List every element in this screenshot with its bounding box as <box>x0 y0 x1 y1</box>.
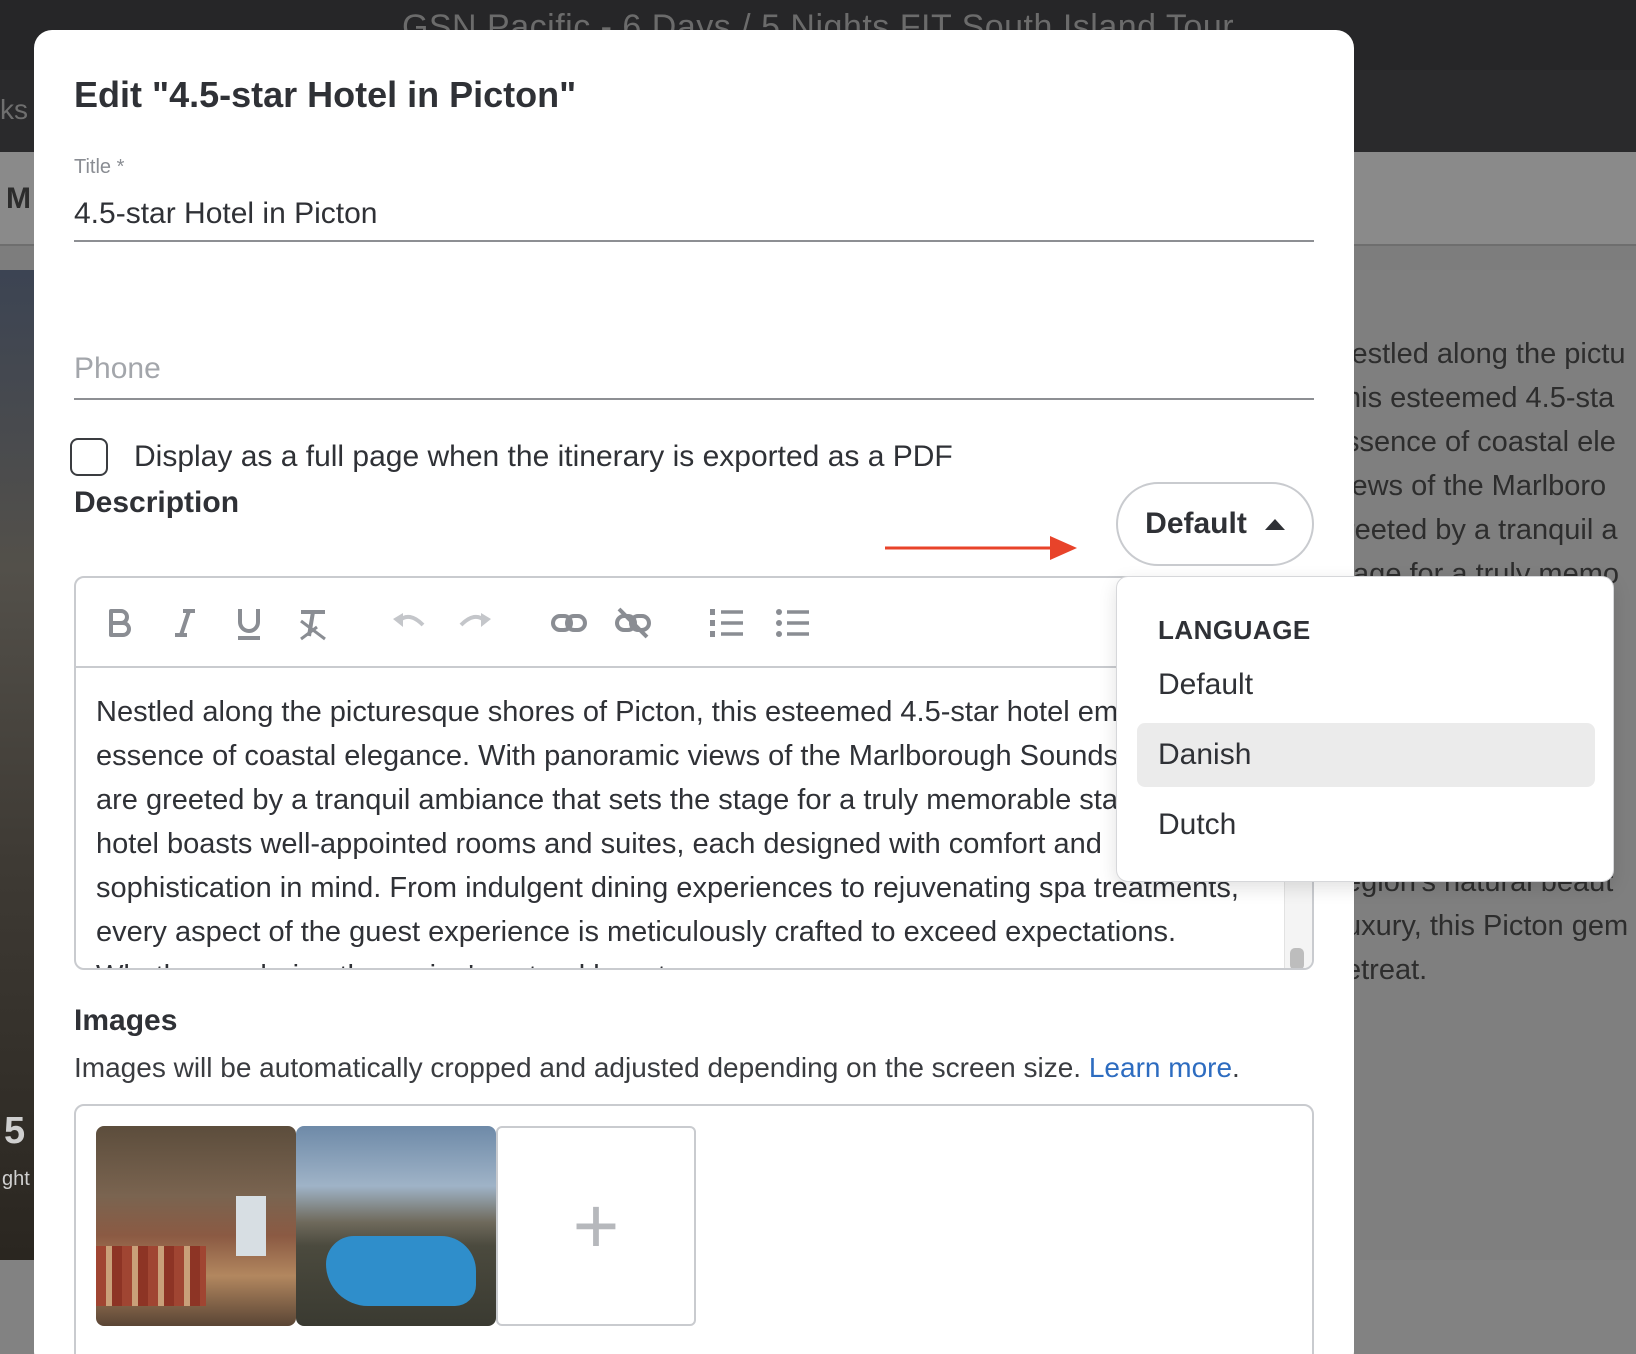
background-text-line: uxury, this Picton gem <box>1345 910 1629 942</box>
image-thumbnail-room[interactable] <box>96 1126 296 1326</box>
editor-scrollbar-thumb[interactable] <box>1290 948 1304 968</box>
images-help-label: Images will be automatically cropped and… <box>74 1052 1082 1083</box>
background-text-line: etreat. <box>1345 954 1428 986</box>
title-field-label: Title * <box>74 156 125 178</box>
undo-icon[interactable] <box>386 600 432 646</box>
unlink-icon[interactable] <box>610 600 656 646</box>
images-gallery: + <box>74 1104 1314 1354</box>
background-text-line: iews of the Marlboro <box>1345 470 1607 502</box>
image-thumbnail-pool[interactable] <box>296 1126 496 1326</box>
language-select-button[interactable]: Default <box>1116 482 1314 566</box>
language-select-value: Default <box>1145 507 1247 540</box>
full-page-checkbox[interactable] <box>70 438 108 476</box>
nav-tab-fragment[interactable]: ks <box>0 94 28 126</box>
bold-icon[interactable] <box>96 600 142 646</box>
plus-icon: + <box>572 1181 620 1270</box>
bullet-list-icon[interactable] <box>770 600 816 646</box>
photo-number: 5 <box>4 1110 26 1152</box>
redo-icon[interactable] <box>452 600 498 646</box>
caret-up-icon <box>1264 518 1285 530</box>
modal-title: Edit "4.5-star Hotel in Picton" <box>74 74 577 115</box>
background-text-line: lestled along the pictu <box>1345 338 1626 370</box>
full-page-checkbox-label[interactable]: Display as a full page when the itinerar… <box>134 440 953 474</box>
photo-subtext: ght <box>2 1168 30 1190</box>
underline-icon[interactable] <box>226 600 272 646</box>
language-option-default[interactable]: Default <box>1137 653 1595 717</box>
ordered-list-icon[interactable] <box>704 600 750 646</box>
images-heading: Images <box>74 1004 178 1037</box>
phone-input[interactable] <box>74 340 1314 400</box>
description-heading: Description <box>74 486 240 519</box>
language-dropdown-menu: LANGUAGE Default Danish Dutch <box>1116 576 1614 882</box>
title-input[interactable] <box>74 188 1314 242</box>
italic-icon[interactable] <box>162 600 208 646</box>
annotation-arrow-icon <box>885 536 1077 560</box>
clear-formatting-icon[interactable] <box>290 600 336 646</box>
link-icon[interactable] <box>546 600 592 646</box>
add-image-button[interactable]: + <box>496 1126 696 1326</box>
background-text-line: ssence of coastal ele <box>1345 426 1616 458</box>
images-help-text: Images will be automatically cropped and… <box>74 1052 1240 1084</box>
pool-shape <box>326 1236 476 1306</box>
learn-more-link[interactable]: Learn more <box>1089 1052 1232 1083</box>
background-text-line: his esteemed 4.5-sta <box>1345 382 1615 414</box>
language-option-danish[interactable]: Danish <box>1137 723 1595 787</box>
background-text-line: reeted by a tranquil a <box>1345 514 1618 546</box>
language-dropdown-heading: LANGUAGE <box>1158 615 1311 645</box>
images-help-suffix: . <box>1232 1052 1240 1083</box>
subbar-fragment: M <box>6 182 31 215</box>
room-window <box>236 1196 266 1256</box>
room-bed <box>96 1246 206 1306</box>
language-option-dutch[interactable]: Dutch <box>1137 793 1595 857</box>
description-text[interactable]: Nestled along the picturesque shores of … <box>96 690 1256 968</box>
